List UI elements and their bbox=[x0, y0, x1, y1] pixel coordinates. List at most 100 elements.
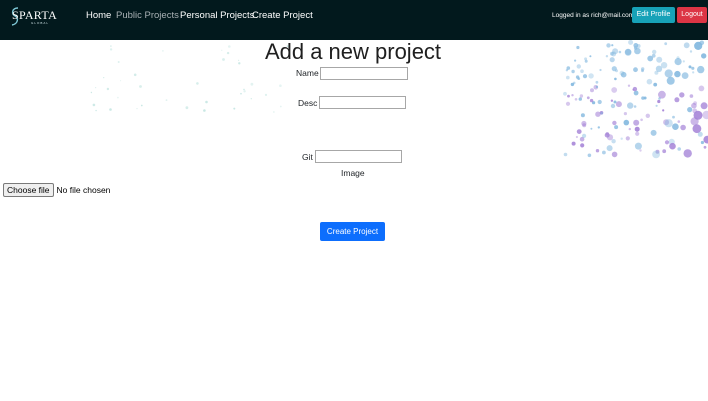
decor-speck bbox=[243, 88, 245, 91]
decor-dot bbox=[571, 69, 575, 74]
decor-dot bbox=[588, 73, 594, 79]
choose-file-button[interactable]: Choose file bbox=[3, 183, 54, 197]
decor-dot bbox=[611, 151, 618, 158]
decor-dot bbox=[615, 69, 618, 73]
decor-dot bbox=[599, 111, 604, 115]
decor-dot bbox=[605, 132, 609, 136]
decor-dot bbox=[693, 110, 703, 120]
sparta-logo[interactable]: SPARTA GLOBAL bbox=[9, 6, 57, 32]
decor-dot bbox=[639, 149, 642, 152]
decor-dot bbox=[632, 88, 635, 91]
decor-dot bbox=[666, 76, 675, 85]
decor-speck bbox=[250, 82, 254, 86]
decor-dot bbox=[672, 123, 679, 130]
decor-dot bbox=[641, 67, 645, 71]
decor-dot bbox=[614, 125, 619, 130]
decor-speck bbox=[106, 87, 110, 91]
decor-dot bbox=[646, 78, 653, 85]
decor-dot bbox=[590, 127, 593, 130]
decor-dot bbox=[571, 141, 576, 146]
decor-dot bbox=[578, 97, 582, 101]
decor-dot bbox=[586, 96, 590, 100]
decor-speck bbox=[139, 85, 142, 88]
login-status: Logged in as rich@mail.com bbox=[552, 12, 635, 19]
decor-dot bbox=[597, 126, 600, 129]
decor-dot bbox=[567, 94, 570, 98]
logo-subtext: GLOBAL bbox=[31, 21, 50, 25]
decor-dot bbox=[579, 94, 584, 98]
decor-dot bbox=[633, 67, 638, 73]
decor-dot bbox=[570, 82, 575, 87]
logout-button[interactable]: Logout bbox=[677, 7, 707, 23]
nav-link-personal-projects[interactable]: Personal Projects bbox=[180, 10, 254, 22]
decor-dot bbox=[606, 134, 614, 141]
decor-dot bbox=[633, 119, 640, 126]
decor-speck bbox=[95, 87, 97, 89]
decor-dot bbox=[592, 101, 596, 105]
desc-label: Desc bbox=[298, 98, 318, 108]
nav-link-public-projects[interactable]: Public Projects bbox=[116, 10, 179, 22]
decor-dot bbox=[697, 131, 703, 137]
decor-dot bbox=[691, 102, 697, 109]
decor-dot bbox=[625, 136, 630, 141]
image-file-input[interactable]: Choose file No file chosen bbox=[3, 183, 110, 197]
git-input[interactable] bbox=[315, 150, 402, 163]
decor-dot bbox=[703, 135, 708, 144]
decor-dot bbox=[633, 105, 637, 108]
decor-dot bbox=[687, 107, 693, 113]
decor-speck bbox=[264, 93, 268, 96]
decor-speck bbox=[136, 108, 138, 110]
decor-dot bbox=[614, 77, 617, 81]
decor-dot bbox=[697, 65, 705, 74]
decor-dot bbox=[658, 90, 666, 99]
decor-dot bbox=[579, 136, 585, 142]
decor-dot bbox=[610, 103, 616, 109]
decor-dot bbox=[652, 150, 660, 159]
decor-dot bbox=[692, 71, 695, 74]
decor-dot bbox=[566, 66, 571, 70]
decor-dot bbox=[635, 131, 640, 136]
decor-dot bbox=[641, 69, 644, 73]
decor-dot bbox=[597, 99, 602, 105]
decor-speck bbox=[109, 108, 112, 111]
name-input[interactable] bbox=[320, 67, 408, 80]
decor-dot bbox=[640, 118, 643, 122]
decor-dot bbox=[615, 101, 622, 108]
desc-input[interactable] bbox=[319, 96, 406, 109]
decor-speck bbox=[120, 80, 122, 82]
decor-dot bbox=[595, 85, 599, 88]
decor-dot bbox=[664, 119, 673, 128]
decor-speck bbox=[117, 96, 119, 99]
decor-dot bbox=[576, 129, 582, 134]
decor-speck bbox=[103, 77, 105, 79]
decor-dot bbox=[703, 145, 707, 149]
decor-dot bbox=[700, 102, 708, 110]
decor-dot bbox=[587, 153, 592, 158]
decor-dot bbox=[680, 124, 686, 131]
decor-dot bbox=[692, 108, 698, 114]
decor-dot bbox=[580, 69, 584, 73]
decor-dot bbox=[645, 113, 650, 119]
decor-dot bbox=[628, 127, 631, 131]
decor-dot bbox=[702, 110, 708, 120]
decor-dot bbox=[620, 71, 627, 78]
decor-dot bbox=[653, 82, 658, 87]
decor-speck bbox=[133, 73, 137, 77]
decor-dot bbox=[683, 149, 692, 158]
navbar: SPARTA GLOBAL Home Public Projects Perso… bbox=[0, 0, 708, 40]
decor-dot bbox=[595, 111, 601, 117]
decor-dot bbox=[669, 142, 676, 150]
decor-dot bbox=[641, 96, 645, 100]
decor-dot bbox=[691, 66, 695, 70]
decor-dot bbox=[563, 91, 567, 96]
decor-dot bbox=[664, 69, 673, 78]
decor-dot bbox=[654, 70, 659, 75]
create-project-button[interactable]: Create Project bbox=[320, 222, 385, 241]
decor-speck bbox=[243, 90, 246, 93]
nav-link-home[interactable]: Home bbox=[86, 10, 111, 22]
decor-dot bbox=[566, 75, 570, 80]
nav-link-create-project[interactable]: Create Project bbox=[252, 10, 313, 22]
decor-dot bbox=[633, 90, 639, 96]
edit-profile-button[interactable]: Edit Profile bbox=[632, 7, 675, 23]
decor-dot bbox=[664, 140, 670, 145]
